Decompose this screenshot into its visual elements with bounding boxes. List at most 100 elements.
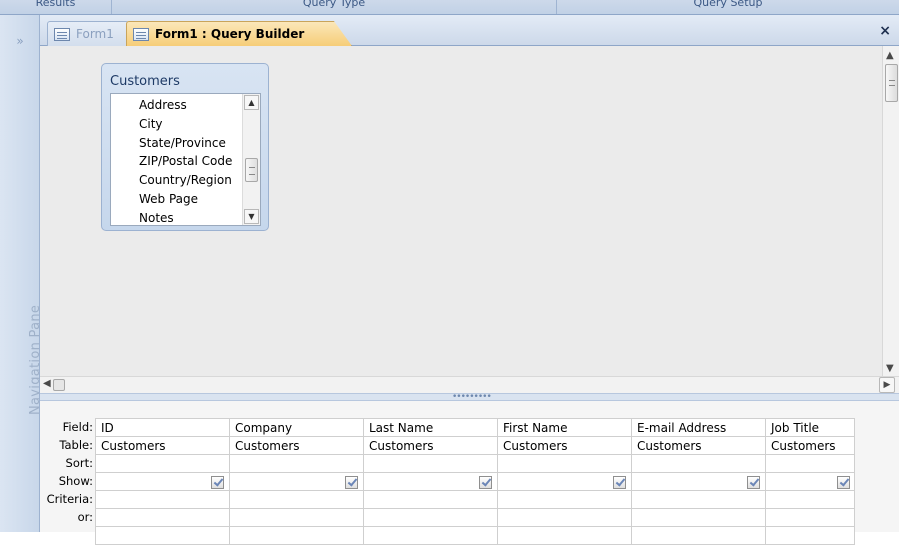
grid-cell-show [229,472,364,491]
grid-cell-field[interactable]: Last Name [363,418,498,437]
grid-cell-table[interactable]: Customers [229,436,364,455]
grid-cell-extra[interactable] [363,526,498,545]
ribbon-group-query-setup: Query Setup [693,0,763,9]
grid-cell-criteria[interactable] [497,490,632,509]
grid-cell-extra[interactable] [95,526,230,545]
grid-cell-extra[interactable] [229,526,364,545]
customers-table-window[interactable]: Customers Address City State/Province ZI… [101,63,269,231]
grid-row-table: Customers Customers Customers Customers … [95,436,855,455]
field-list-scrollbar[interactable]: ▲ ▼ [242,94,260,225]
show-checkbox[interactable] [613,475,626,489]
grid-cell-criteria[interactable] [229,490,364,509]
design-grid-table: ID Company Last Name First Name E-mail A… [95,418,855,545]
show-checkbox[interactable] [479,475,492,489]
grid-cell-or[interactable] [631,508,766,527]
grid-cell-show [631,472,766,491]
grid-cell-show [765,472,855,491]
ribbon-group-labels: Results Query Type Query Setup [0,0,899,15]
nav-pane-expand-icon[interactable]: » [0,31,40,51]
scroll-up-arrow-icon[interactable]: ▲ [244,95,259,110]
tab-query-builder-label: Form1 : Query Builder [155,27,305,41]
tab-form1-label: Form1 [76,27,114,41]
grid-row-sort [95,454,855,473]
grid-cell-sort[interactable] [363,454,498,473]
scroll-left-arrow-icon[interactable]: ◀ [43,378,51,389]
row-label-sort: Sort: [65,456,93,470]
grid-cell-sort[interactable] [497,454,632,473]
grid-cell-or[interactable] [765,508,855,527]
query-icon [133,27,149,41]
query-design-grid: Field: Table: Sort: Show: Criteria: or: … [40,401,899,545]
grid-cell-extra[interactable] [631,526,766,545]
field-list-item[interactable]: City [139,115,232,134]
splitter-grip-icon: ••••••••• [452,392,492,402]
grid-cell-show [497,472,632,491]
scroll-down-arrow-icon[interactable]: ▼ [886,363,894,374]
grid-row-field: ID Company Last Name First Name E-mail A… [95,418,855,437]
grid-cell-criteria[interactable] [363,490,498,509]
grid-cell-table[interactable]: Customers [497,436,632,455]
grid-cell-sort[interactable] [229,454,364,473]
grid-cell-table[interactable]: Customers [631,436,766,455]
grid-cell-criteria[interactable] [631,490,766,509]
tab-query-builder[interactable]: Form1 : Query Builder [126,21,352,46]
row-label-show: Show: [58,474,93,488]
grid-cell-extra[interactable] [497,526,632,545]
grid-cell-criteria[interactable] [95,490,230,509]
row-label-criteria: Criteria: [46,492,93,506]
show-checkbox[interactable] [747,475,760,489]
grid-cell-sort[interactable] [95,454,230,473]
grid-cell-or[interactable] [229,508,364,527]
close-tab-icon[interactable]: × [879,23,891,39]
grid-cell-field[interactable]: Company [229,418,364,437]
show-checkbox[interactable] [837,475,850,489]
row-label-field: Field: [62,420,93,434]
grid-cell-field[interactable]: E-mail Address [631,418,766,437]
field-list[interactable]: Address City State/Province ZIP/Postal C… [110,93,261,226]
grid-cell-table[interactable]: Customers [95,436,230,455]
grid-cell-or[interactable] [95,508,230,527]
scroll-right-arrow-icon[interactable]: ▶ [879,377,895,393]
grid-cell-or[interactable] [363,508,498,527]
show-checkbox[interactable] [345,475,358,489]
grid-cell-criteria[interactable] [765,490,855,509]
field-list-item[interactable]: ZIP/Postal Code [139,152,232,171]
vertical-scroll-thumb[interactable] [885,64,898,102]
grid-cell-or[interactable] [497,508,632,527]
field-list-scroll-thumb[interactable] [245,158,258,182]
row-label-or: or: [77,510,93,524]
table-window-title[interactable]: Customers [110,74,180,89]
grid-cell-field[interactable]: ID [95,418,230,437]
grid-row-criteria [95,490,855,509]
scroll-up-arrow-icon[interactable]: ▲ [886,50,894,61]
field-list-item[interactable]: Country/Region [139,171,232,190]
document-tab-bar: Form1 Form1 : Query Builder × [40,15,899,46]
field-list-item[interactable]: Web Page [139,190,232,209]
row-label-table: Table: [59,438,93,452]
navigation-pane[interactable]: » Navigation Pane [0,15,43,532]
scroll-down-arrow-icon[interactable]: ▼ [244,209,259,224]
show-checkbox[interactable] [211,475,224,489]
grid-cell-show [363,472,498,491]
field-list-item[interactable]: Address [139,96,232,115]
grid-row-labels: Field: Table: Sort: Show: Criteria: or: [40,418,95,526]
design-vertical-scrollbar[interactable]: ▲ ▼ [882,46,899,376]
grid-cell-field[interactable]: First Name [497,418,632,437]
grid-cell-field[interactable]: Job Title [765,418,855,437]
grid-cell-sort[interactable] [631,454,766,473]
grid-cell-extra[interactable] [765,526,855,545]
grid-cell-sort[interactable] [765,454,855,473]
grid-cell-table[interactable]: Customers [765,436,855,455]
grid-row-or [95,508,855,527]
tab-form1[interactable]: Form1 [47,21,129,46]
field-list-item[interactable]: Notes [139,209,232,228]
pane-splitter[interactable]: ••••••••• [40,392,899,402]
horizontal-scroll-thumb[interactable] [53,379,65,391]
query-design-area[interactable]: Customers Address City State/Province ZI… [40,46,899,393]
ribbon-group-results: Results [0,0,112,14]
grid-cell-show [95,472,230,491]
grid-cell-table[interactable]: Customers [363,436,498,455]
design-horizontal-scrollbar[interactable]: ◀ ▶ [40,376,899,393]
field-list-item[interactable]: State/Province [139,134,232,153]
grid-row-extra [95,526,855,545]
